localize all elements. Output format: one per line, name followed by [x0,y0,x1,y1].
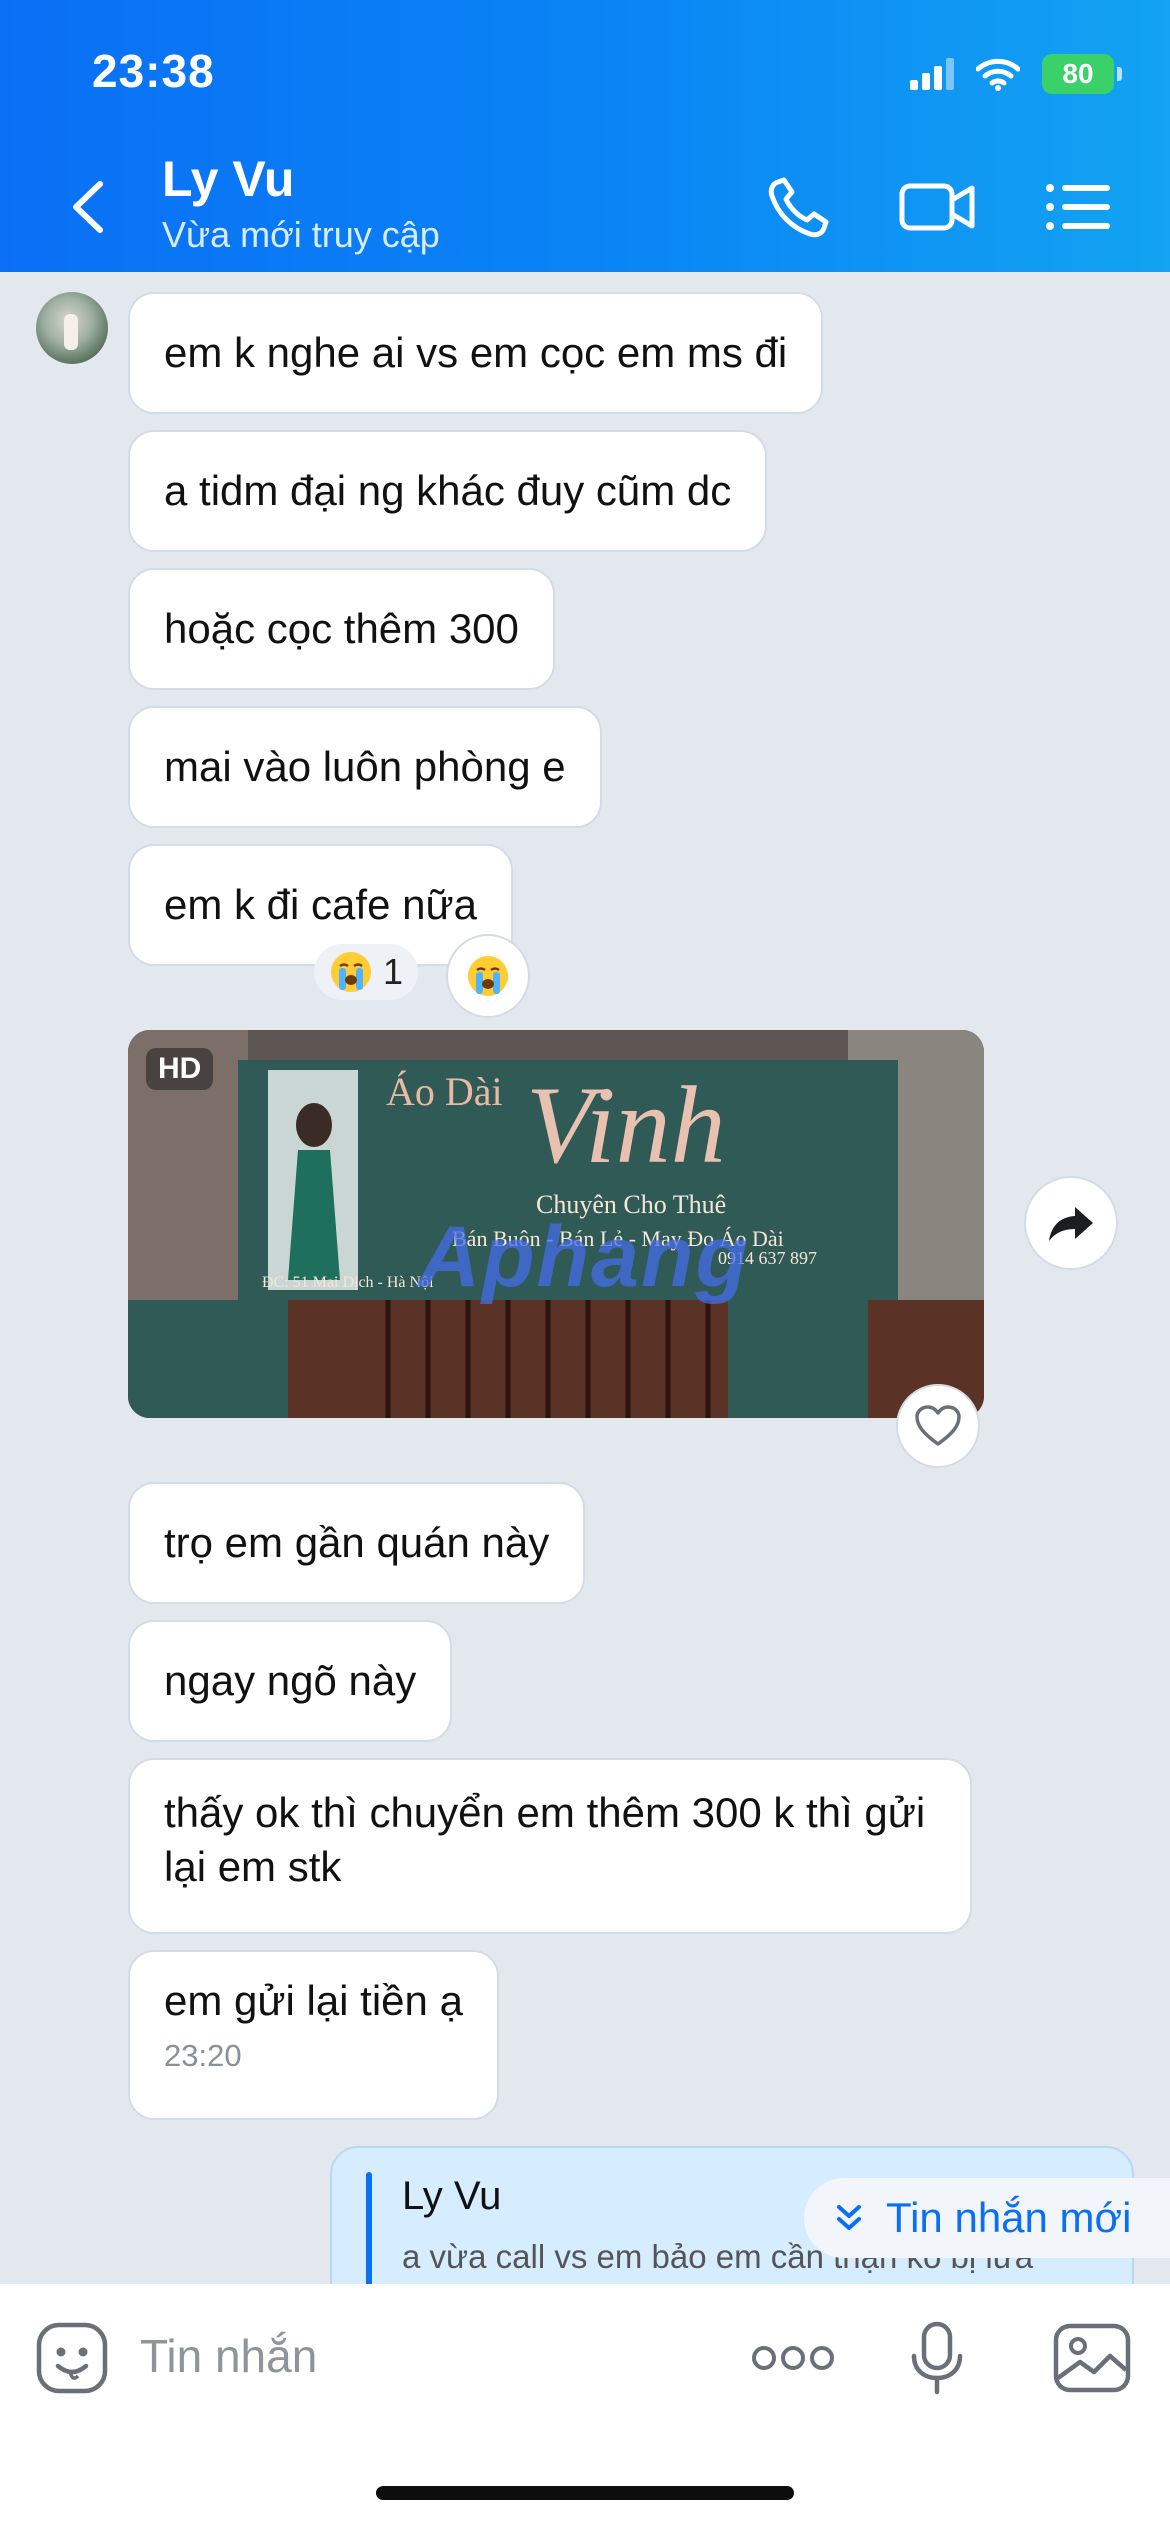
message-text: em k nghe ai vs em cọc em ms đi [164,329,788,376]
video-call-button[interactable] [898,172,978,242]
status-time: 23:38 [92,45,215,97]
battery-indicator: 80 [1042,54,1122,94]
photo-message[interactable]: HD Áo Dài Vinh Chuyên Cho Thuê Bán Buôn … [128,1030,984,1418]
forward-button[interactable] [1024,1176,1118,1270]
microphone-icon [911,2321,963,2395]
message-bubble[interactable]: a tidm đại ng khác đuy cũm dc [128,430,768,552]
image-icon [1053,2323,1131,2393]
message-bubble[interactable]: thấy ok thì chuyển em thêm 300 k thì gửi… [128,1758,972,1934]
phone-icon [768,177,829,238]
message-input[interactable] [140,2324,700,2388]
signal-icon [910,58,954,90]
options-menu-button[interactable] [1040,172,1120,242]
wifi-icon [976,58,1020,91]
message-list[interactable]: em k nghe ai vs em cọc em ms đi a tidm đ… [0,272,1170,2284]
compose-bar [0,2284,1170,2532]
heart-icon [915,1405,961,1446]
message-text: em gửi lại tiền ạ [164,1977,463,2024]
sign-address: ĐC: 51 Mai Dịch - Hà Nội [262,1274,434,1291]
message-bubble[interactable]: em k nghe ai vs em cọc em ms đi [128,292,824,414]
sign-brand: Áo Dài [386,1069,503,1114]
message-bubble[interactable]: em gửi lại tiền ạ 23:20 [128,1950,499,2120]
contact-name[interactable]: Ly Vu [162,150,294,208]
double-chevron-down-icon [837,2205,861,2230]
home-indicator [376,2486,794,2500]
new-messages-label: Tin nhắn mới [886,2194,1132,2241]
voice-message-button[interactable] [902,2320,972,2396]
message-text: thấy ok thì chuyển em thêm 300 k thì gửi… [164,1789,926,1890]
message-text: em k đi cafe nữa [164,881,477,928]
chevron-left-icon [73,181,103,233]
contact-status: Vừa mới truy cập [162,214,440,255]
message-bubble[interactable]: trọ em gần quán này [128,1482,586,1604]
message-text: mai vào luôn phòng e [164,743,566,790]
reaction-count: 1 [382,951,404,992]
crying-face-icon [330,952,371,992]
reaction-summary[interactable]: 1 [314,944,418,1000]
ellipsis-icon [752,2346,834,2370]
chat-header: 23:38 80 Ly Vu Vừa mới truy cập [0,0,1170,272]
like-button[interactable] [896,1384,980,1468]
back-button[interactable] [62,172,112,242]
battery-level: 80 [1062,58,1094,89]
message-text: a tidm đại ng khác đuy cũm dc [164,467,732,514]
hd-badge: HD [146,1048,214,1090]
status-icons: 80 [910,50,1122,98]
video-camera-icon [899,183,975,231]
new-messages-button[interactable]: Tin nhắn mới [804,2178,1170,2258]
message-bubble[interactable]: ngay ngõ này [128,1620,453,1742]
message-text: hoặc cọc thêm 300 [164,605,519,652]
message-text: trọ em gần quán này [164,1519,550,1566]
crying-face-icon [468,956,508,996]
gallery-button[interactable] [1052,2320,1132,2396]
sticker-button[interactable] [34,2320,110,2396]
share-arrow-icon [1049,1207,1093,1241]
quote-sender: Ly Vu [402,2174,502,2218]
more-options-button[interactable] [748,2320,838,2396]
add-reaction-button[interactable] [446,934,530,1018]
contact-avatar[interactable] [36,292,108,364]
message-text: ngay ngõ này [164,1657,417,1704]
quote-bar [366,2172,372,2284]
message-timestamp: 23:20 [164,2038,242,2073]
sign-name: Vinh [526,1064,726,1186]
sticker-icon [36,2322,108,2394]
message-bubble[interactable]: hoặc cọc thêm 300 [128,568,555,690]
message-bubble[interactable]: mai vào luôn phòng e [128,706,602,828]
voice-call-button[interactable] [760,172,840,242]
list-icon [1046,184,1110,230]
watermark: Aphang [418,1209,751,1305]
